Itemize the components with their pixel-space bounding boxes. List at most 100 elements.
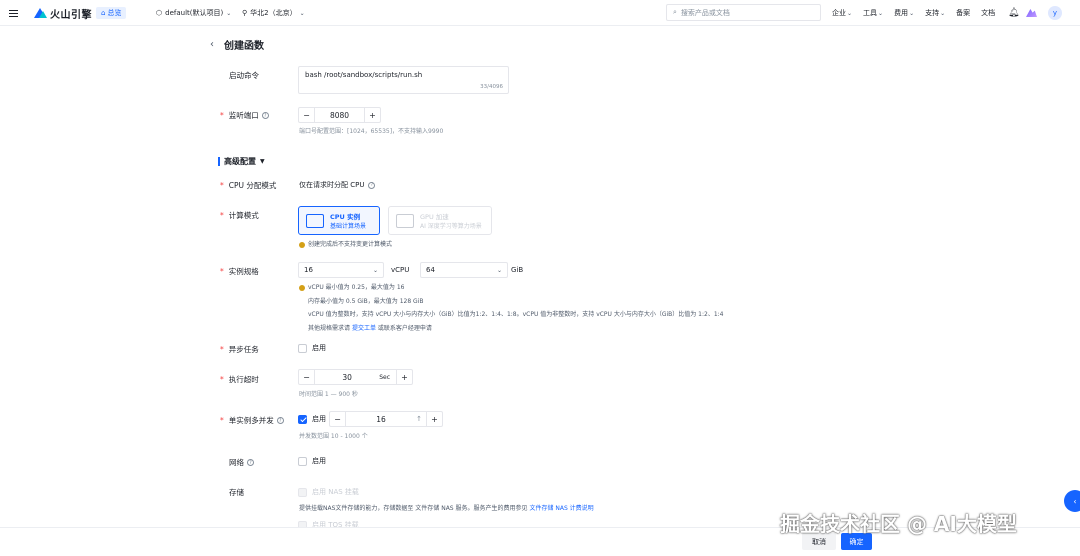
- start-cmd-label: 启动命令: [229, 71, 259, 80]
- spec-notes: vCPU 最小值为 0.25，最大值为 16 内存最小值为 0.5 GiB，最大…: [299, 281, 724, 335]
- compute-card-gpu: GPU 加速 AI 深度学习等算力场景: [388, 206, 492, 235]
- checkbox[interactable]: [298, 343, 307, 353]
- warning-icon: [299, 241, 305, 248]
- increment-button[interactable]: +: [364, 108, 380, 122]
- concurrency-hint: 并发数范围 10 - 1000 个: [299, 433, 368, 440]
- decrement-button[interactable]: −: [330, 412, 346, 426]
- location-pin-icon: ⚲: [242, 9, 248, 17]
- cpu-mode-value: 仅在请求时分配 CPU ?: [299, 180, 376, 190]
- concurrency-enable-checkbox[interactable]: 启用: [298, 414, 326, 424]
- concurrency-label: * 单实例多并发 ?: [220, 415, 284, 426]
- help-icon[interactable]: ?: [276, 417, 284, 424]
- top-navigation-bar: 火山引擎 ⌂ 总览 ⬡ default(默认项目) ⌄ ⚲ 华北2（北京） ⌄ …: [0, 0, 1080, 26]
- required-asterisk: *: [220, 111, 224, 120]
- help-icon[interactable]: ?: [261, 112, 269, 119]
- cpu-mode-label: * CPU 分配模式: [220, 181, 277, 190]
- increment-button[interactable]: +: [426, 412, 442, 426]
- nav-item-billing[interactable]: 费用 ⌄: [894, 8, 914, 18]
- vcpu-label: vCPU: [391, 266, 410, 274]
- decrement-button[interactable]: −: [299, 108, 315, 122]
- chip-icon: [396, 213, 414, 228]
- chevron-down-icon: ⌄: [299, 9, 305, 17]
- storage-hint: 提供挂载NAS文件存储的能力，存储数据至 文件存储 NAS 服务。服务产生的费用…: [299, 505, 594, 512]
- region-label: 华北2（北京）: [250, 9, 297, 17]
- project-label: default(默认项目): [165, 9, 224, 17]
- chevron-left-icon: ‹: [1073, 496, 1077, 506]
- overview-label: 总览: [107, 9, 122, 17]
- help-icon[interactable]: ?: [368, 181, 376, 189]
- back-arrow-icon[interactable]: ‹: [210, 39, 214, 50]
- logo-text: 火山引擎: [50, 9, 92, 21]
- search-icon: ⌕: [673, 8, 677, 16]
- chevron-down-icon: ⌄: [496, 266, 502, 274]
- brand-logo[interactable]: 火山引擎: [34, 0, 92, 26]
- overview-button[interactable]: ⌂ 总览: [96, 7, 127, 19]
- start-cmd-value: bash /root/sandbox/scripts/run.sh: [305, 71, 423, 79]
- caret-down-icon: ▼: [260, 158, 265, 165]
- vcpu-select[interactable]: 64 ⌄: [420, 262, 508, 278]
- user-avatar[interactable]: y: [1048, 6, 1062, 20]
- port-value[interactable]: 8080: [315, 111, 364, 120]
- submit-ticket-link[interactable]: 提交工单: [352, 325, 376, 332]
- concurrency-stepper[interactable]: − 16 ↑ +: [329, 411, 443, 427]
- async-enable-checkbox[interactable]: 启用: [298, 343, 326, 353]
- ai-assistant-icon[interactable]: [1026, 0, 1037, 26]
- memory-select[interactable]: 16 ⌄: [298, 262, 384, 278]
- notification-bell-icon[interactable]: 🔔︎: [1008, 0, 1019, 26]
- warning-icon: [299, 284, 305, 291]
- timeout-value[interactable]: 30: [315, 373, 379, 382]
- checkbox[interactable]: [298, 456, 307, 466]
- char-counter: 33/4096: [480, 84, 503, 90]
- decrement-button[interactable]: −: [299, 370, 315, 384]
- increment-button[interactable]: +: [396, 370, 412, 384]
- timeout-stepper[interactable]: − 30 Sec +: [298, 369, 413, 385]
- help-icon[interactable]: ?: [247, 459, 254, 466]
- nas-mount-checkbox: 启用 NAS 挂载: [298, 487, 359, 497]
- timeout-hint: 时间范围 1 — 900 秒: [299, 391, 358, 398]
- header-nav: 企业 ⌄ 工具 ⌄ 费用 ⌄ 支持 ⌄ 备案 文档: [832, 0, 995, 26]
- port-hint: 端口号配置范围：[1024，65535]，不支持输入9990: [299, 128, 444, 135]
- chevron-down-icon: ⌄: [878, 9, 884, 17]
- compute-card-cpu[interactable]: CPU 实例 基础计算场景: [298, 206, 380, 235]
- watermark: 掘金技术社区 @ AI大模型: [780, 512, 1017, 536]
- nas-billing-link[interactable]: 文件存储 NAS 计费说明: [529, 505, 593, 512]
- nav-item-filing[interactable]: 备案: [956, 8, 970, 18]
- nav-item-support[interactable]: 支持 ⌄: [925, 8, 945, 18]
- region-selector[interactable]: ⚲ 华北2（北京） ⌄: [242, 0, 305, 26]
- waveform-icon: [306, 213, 324, 228]
- start-cmd-textarea[interactable]: bash /root/sandbox/scripts/run.sh 33/409…: [298, 66, 509, 94]
- chevron-down-icon: ⌄: [372, 266, 378, 274]
- compute-mode-label: * 计算模式: [220, 211, 259, 220]
- storage-label: 存储: [229, 488, 244, 497]
- nav-item-enterprise[interactable]: 企业 ⌄: [832, 8, 852, 18]
- cube-icon: ⬡: [156, 9, 163, 17]
- spec-label: * 实例规格: [220, 267, 259, 276]
- search-placeholder: 搜索产品或文档: [680, 8, 730, 17]
- chevron-down-icon: ⌄: [847, 9, 853, 17]
- chevron-down-icon: ⌄: [226, 9, 232, 17]
- advanced-config-toggle[interactable]: 高级配置 ▼: [218, 156, 265, 167]
- checkbox-checked[interactable]: [298, 414, 307, 424]
- network-label: 网络 ?: [220, 457, 254, 468]
- hamburger-menu-icon[interactable]: [8, 0, 18, 26]
- port-stepper[interactable]: − 8080 +: [298, 107, 381, 123]
- timeout-unit: Sec: [379, 373, 390, 381]
- page-title: ‹ 创建函数: [210, 37, 264, 52]
- home-icon: ⌂: [101, 9, 106, 17]
- compute-mode-note: 创建完成后不支持变更计算模式: [299, 239, 392, 248]
- port-label: * 监听端口 ?: [220, 110, 269, 121]
- timeout-label: * 执行超时: [220, 375, 259, 384]
- chevron-down-icon: ⌄: [940, 9, 946, 17]
- floating-assistant-button[interactable]: ‹: [1064, 490, 1080, 512]
- async-label: * 异步任务: [220, 345, 259, 354]
- volcano-logo-icon: [34, 8, 47, 18]
- concurrency-value[interactable]: 16: [346, 415, 416, 424]
- arrow-up-icon: ↑: [416, 415, 422, 423]
- nav-item-docs[interactable]: 文档: [981, 8, 995, 18]
- unit-label: GiB: [511, 266, 524, 274]
- section-bar: [218, 157, 220, 166]
- network-enable-checkbox[interactable]: 启用: [298, 456, 326, 466]
- nav-item-tools[interactable]: 工具 ⌄: [863, 8, 883, 18]
- project-selector[interactable]: ⬡ default(默认项目) ⌄: [156, 0, 231, 26]
- global-search-input[interactable]: ⌕ 搜索产品或文档: [666, 4, 821, 21]
